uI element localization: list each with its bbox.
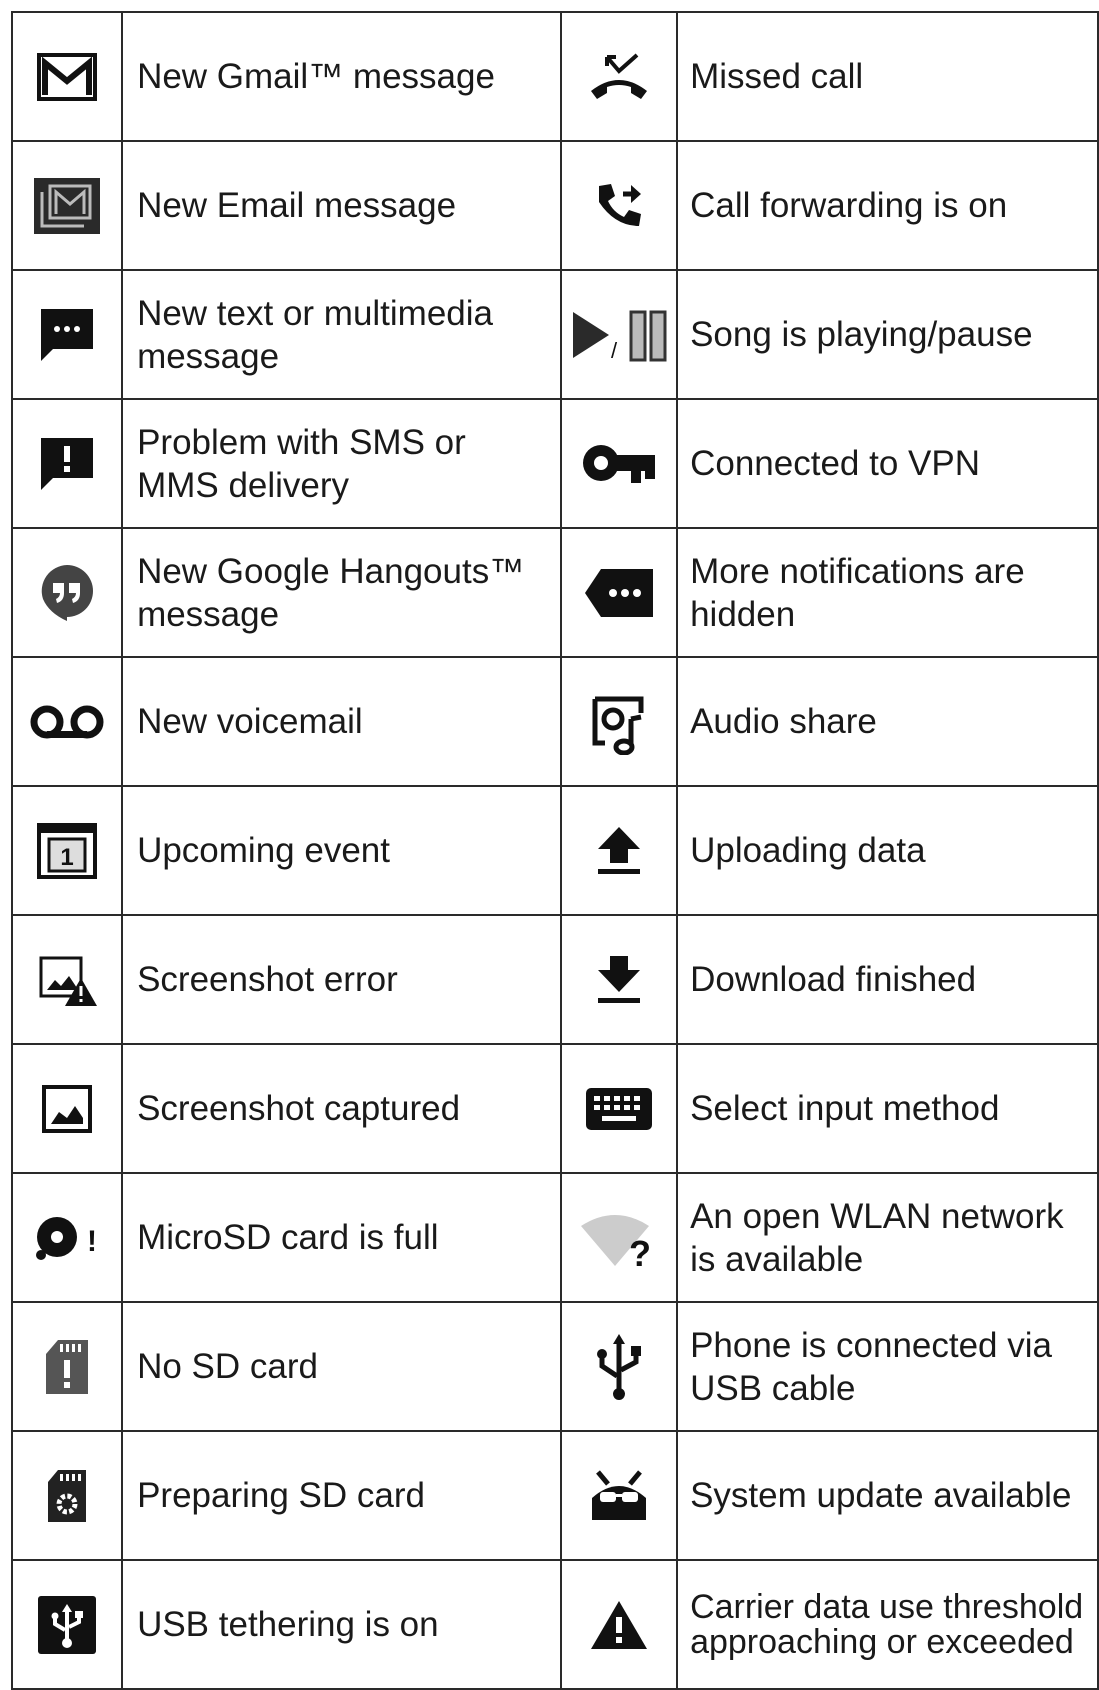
icon-cell	[10, 1043, 124, 1174]
notification-label: MicroSD card is full	[121, 1172, 562, 1303]
icon-cell	[10, 914, 124, 1045]
vpn-key-icon	[583, 444, 656, 483]
icon-cell	[10, 1301, 124, 1432]
icon-cell	[10, 527, 124, 658]
calendar-day: 1	[60, 844, 73, 871]
notification-label: Uploading data	[676, 785, 1099, 916]
notification-label: Song is playing/pause	[676, 269, 1099, 400]
icon-cell	[10, 11, 124, 142]
notification-label: Select input method	[676, 1043, 1099, 1174]
icon-cell	[559, 656, 679, 787]
screenshot-error-icon	[39, 956, 98, 1006]
icon-cell	[10, 398, 124, 529]
table-row: New voicemail Audio share	[10, 656, 1099, 787]
wifi-question-mark: ?	[629, 1233, 651, 1268]
notification-label: New Google Hangouts™ message	[121, 527, 562, 658]
notification-label: New Email message	[121, 140, 562, 271]
notification-label: Screenshot captured	[121, 1043, 562, 1174]
keyboard-icon	[586, 1087, 653, 1130]
voicemail-icon	[30, 705, 104, 738]
notification-label: More notifications are hidden	[676, 527, 1099, 658]
icon-cell	[559, 398, 679, 529]
icon-cell: 1	[10, 785, 124, 916]
table-row: New Gmail™ message Missed call	[10, 11, 1099, 142]
email-icon	[34, 177, 101, 234]
icon-cell	[559, 1430, 679, 1561]
icon-cell	[10, 269, 124, 400]
notification-icons-table: New Gmail™ message Missed call New Email…	[10, 11, 1099, 1690]
sd-preparing-icon	[48, 1469, 87, 1522]
notification-label: Problem with SMS or MMS delivery	[121, 398, 562, 529]
icon-cell	[559, 1301, 679, 1432]
icon-cell	[10, 1559, 124, 1690]
gmail-icon	[37, 52, 98, 101]
screenshot-icon	[42, 1084, 93, 1133]
sms-error-icon	[41, 437, 94, 490]
icon-cell: !	[10, 1172, 124, 1303]
call-forward-icon	[599, 183, 642, 226]
icon-cell	[559, 785, 679, 916]
more-notifications-icon	[585, 568, 654, 617]
open-wifi-icon: ?	[581, 1214, 651, 1268]
icon-cell	[559, 1559, 679, 1690]
download-icon	[598, 955, 641, 1003]
slash-text: /	[611, 338, 618, 362]
notification-label: Call forwarding is on	[676, 140, 1099, 271]
table-row: No SD card Phone is connected via USB ca…	[10, 1301, 1099, 1432]
icon-cell	[10, 656, 124, 787]
icon-cell	[10, 1430, 124, 1561]
notification-label: New text or multimedia message	[121, 269, 562, 400]
usb-icon	[597, 1333, 642, 1400]
sd-full-mark: !	[87, 1225, 97, 1258]
notification-label: Audio share	[676, 656, 1099, 787]
notification-label: System update available	[676, 1430, 1099, 1561]
system-update-icon	[592, 1469, 647, 1520]
notification-label: No SD card	[121, 1301, 562, 1432]
icon-cell: ?	[559, 1172, 679, 1303]
icon-cell	[559, 11, 679, 142]
sms-icon	[41, 308, 94, 361]
notification-label: Preparing SD card	[121, 1430, 562, 1561]
notification-label: Screenshot error	[121, 914, 562, 1045]
notification-label: Upcoming event	[121, 785, 562, 916]
usb-tethering-icon	[38, 1595, 97, 1654]
icon-cell	[559, 527, 679, 658]
calendar-icon: 1	[37, 822, 98, 879]
table-row: USB tethering is on Carrier data use thr…	[10, 1559, 1099, 1690]
table-row: Screenshot error Download finished	[10, 914, 1099, 1045]
table-row: New Email message Call forwarding is on	[10, 140, 1099, 271]
notification-label: Missed call	[676, 11, 1099, 142]
icon-cell	[559, 1043, 679, 1174]
notification-label: Download finished	[676, 914, 1099, 1045]
table-row: Preparing SD card System update availabl…	[10, 1430, 1099, 1561]
audio-share-icon	[592, 696, 644, 755]
table-row: Screenshot captured Select input method	[10, 1043, 1099, 1174]
upload-icon	[598, 826, 641, 874]
notification-label: Connected to VPN	[676, 398, 1099, 529]
sd-full-icon: !	[36, 1216, 97, 1260]
missed-call-icon	[591, 53, 648, 99]
icon-cell	[559, 914, 679, 1045]
icon-cell	[559, 140, 679, 271]
table-row: ! MicroSD card is full ? An open WLAN ne…	[10, 1172, 1099, 1303]
notification-label: New voicemail	[121, 656, 562, 787]
table-row: New text or multimedia message / Song is…	[10, 269, 1099, 400]
notification-label: An open WLAN network is available	[676, 1172, 1099, 1303]
no-sd-card-icon	[46, 1339, 89, 1394]
play-pause-icon: /	[573, 310, 667, 362]
table-row: Problem with SMS or MMS delivery Connect…	[10, 398, 1099, 529]
hangouts-icon	[41, 564, 94, 621]
notification-label: Carrier data use threshold approaching o…	[676, 1559, 1099, 1690]
icon-cell: /	[559, 269, 679, 400]
icon-cell	[10, 140, 124, 271]
notification-label: Phone is connected via USB cable	[676, 1301, 1099, 1432]
table-row: 1 Upcoming event Uploading data	[10, 785, 1099, 916]
notification-label: New Gmail™ message	[121, 11, 562, 142]
warning-icon	[591, 1600, 648, 1649]
notification-label: USB tethering is on	[121, 1559, 562, 1690]
table-row: New Google Hangouts™ message More notifi…	[10, 527, 1099, 658]
